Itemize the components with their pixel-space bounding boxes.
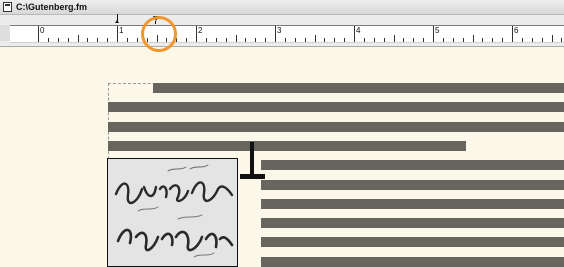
ruler-number: 4 (356, 26, 361, 35)
calligraphy-drawing (108, 159, 237, 266)
anchor-bracket-base (240, 174, 265, 179)
ruler-tick (344, 38, 345, 42)
ruler-tick (127, 38, 128, 42)
ruler-tick (38, 26, 39, 42)
text-line (153, 83, 564, 93)
text-line (261, 199, 564, 209)
ruler-tick (502, 38, 503, 42)
anchor-bracket-stem (250, 142, 254, 176)
ruler-tick (542, 38, 543, 42)
ruler-tick (137, 38, 138, 42)
text-line (261, 180, 564, 190)
ruler-tick (403, 38, 404, 42)
ruler-corner (0, 25, 10, 41)
ruler-tick (78, 35, 79, 42)
ruler-tick (354, 26, 355, 42)
ruler-tick (275, 26, 276, 42)
ruler-number: 5 (435, 26, 440, 35)
ruler-tick (87, 38, 88, 42)
text-line (108, 102, 564, 112)
ruler-scale[interactable]: 0 1 2 3 4 5 6 (10, 25, 564, 43)
ruler-tick (226, 38, 227, 42)
ruler-tick (245, 38, 246, 42)
ruler-tick (443, 38, 444, 42)
ruler-tick (68, 38, 69, 42)
ruler-tick (186, 38, 187, 42)
ruler-tick (107, 38, 108, 42)
ruler-tick (364, 38, 365, 42)
ruler-tick (117, 26, 118, 42)
ruler-tick (305, 38, 306, 42)
ruler-tick (492, 38, 493, 42)
ruler-tick (265, 38, 266, 42)
ruler-tick (552, 35, 553, 42)
ruler-tick (532, 38, 533, 42)
ruler-tick (512, 26, 513, 42)
ruler-tick (206, 38, 207, 42)
ruler-number: 1 (119, 26, 124, 35)
ruler-tick (473, 35, 474, 42)
ruler-tick (97, 38, 98, 42)
ruler-tick (394, 35, 395, 42)
ruler-tick (236, 35, 237, 42)
ruler-tick (315, 35, 316, 42)
ruler-tick (334, 38, 335, 42)
ruler-tick (58, 38, 59, 42)
ruler-tick (453, 38, 454, 42)
document-icon (3, 2, 12, 12)
ruler-number: 0 (40, 26, 45, 35)
ruler-tick (374, 38, 375, 42)
ruler-tick (413, 38, 414, 42)
text-line (108, 141, 466, 151)
ruler-tick (216, 38, 217, 42)
horizontal-ruler[interactable]: 0 1 2 3 4 5 6 (0, 15, 564, 47)
text-line (261, 218, 564, 228)
ruler-tick (324, 38, 325, 42)
ruler-tick (255, 38, 256, 42)
text-line (261, 237, 564, 247)
ruler-tick (295, 38, 296, 42)
ruler-tick (482, 38, 483, 42)
ruler-number: 2 (198, 26, 203, 35)
ruler-tick (522, 38, 523, 42)
ruler-tick (196, 26, 197, 42)
ruler-tick (423, 38, 424, 42)
ruler-tick (285, 38, 286, 42)
ruler-number: 6 (514, 26, 519, 35)
highlight-circle (141, 16, 177, 52)
ruler-tick (561, 38, 562, 42)
calligraphy-image (107, 158, 238, 267)
text-line (261, 257, 564, 267)
text-line (108, 122, 564, 132)
ruler-number: 3 (277, 26, 282, 35)
ruler-tick (384, 38, 385, 42)
window-title: C:\Gutenberg.fm (16, 2, 87, 12)
text-line (261, 160, 564, 170)
ruler-tick (433, 26, 434, 42)
title-bar: C:\Gutenberg.fm (0, 0, 564, 15)
tab-stop-icon[interactable] (115, 14, 120, 23)
ruler-tick (48, 38, 49, 42)
ruler-tick (463, 38, 464, 42)
